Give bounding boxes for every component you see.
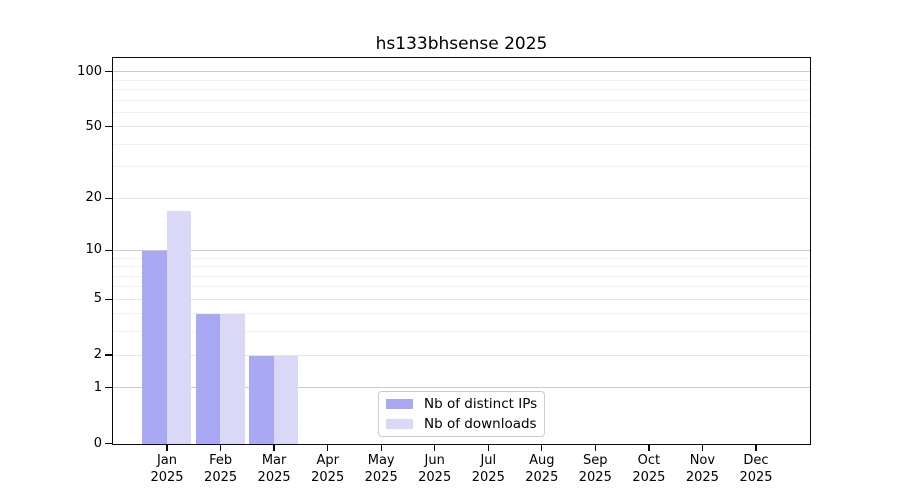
bar-distinct-ips-feb bbox=[195, 314, 221, 444]
x-tick-month: Dec bbox=[743, 453, 769, 468]
y-tick-mark-0 bbox=[105, 442, 112, 445]
legend-label-downloads: Nb of downloads bbox=[424, 416, 537, 432]
chart-title: hs133bhsense 2025 bbox=[375, 34, 548, 54]
x-tick-mark-may bbox=[380, 445, 382, 451]
legend-entry-distinct-ips: Nb of distinct IPs bbox=[386, 396, 544, 413]
bar-distinct-ips-jan bbox=[142, 250, 167, 444]
x-tick-mark-jun bbox=[434, 445, 436, 451]
y-tick-label-10: 10 bbox=[85, 242, 102, 258]
x-tick-mark-jan bbox=[166, 445, 168, 451]
gridline-minor-40 bbox=[113, 143, 810, 145]
gridline-20 bbox=[113, 197, 810, 199]
bar-downloads-jan bbox=[166, 211, 191, 444]
legend-swatch-distinct-ips bbox=[386, 399, 413, 409]
gridline-minor-8 bbox=[113, 266, 810, 267]
y-tick-label-50: 50 bbox=[85, 118, 102, 134]
x-tick-mark-apr bbox=[327, 445, 329, 451]
y-tick-label-100: 100 bbox=[77, 63, 102, 79]
gridline-100 bbox=[113, 71, 810, 73]
x-tick-mark-sep bbox=[594, 445, 596, 451]
legend-label-distinct-ips: Nb of distinct IPs bbox=[424, 396, 538, 412]
y-tick-mark-10 bbox=[105, 249, 112, 251]
bar-downloads-mar bbox=[273, 355, 299, 444]
y-tick-mark-2 bbox=[105, 354, 112, 356]
x-tick-mark-jul bbox=[487, 445, 489, 451]
gridline-minor-6 bbox=[113, 286, 810, 288]
y-tick-label-1: 1 bbox=[93, 379, 102, 395]
y-tick-mark-20 bbox=[105, 197, 112, 199]
legend: Nb of distinct IPs Nb of downloads bbox=[378, 391, 545, 437]
y-tick-mark-100 bbox=[105, 71, 112, 73]
gridline-minor-70 bbox=[113, 99, 810, 101]
y-tick-mark-5 bbox=[105, 298, 112, 300]
gridline-minor-30 bbox=[113, 166, 810, 168]
legend-swatch-downloads bbox=[386, 419, 413, 429]
chart-figure: hs133bhsense 2025 Nb of distinct IPs Nb … bbox=[0, 0, 900, 500]
x-tick-mark-aug bbox=[541, 445, 543, 451]
gridline-10 bbox=[113, 249, 810, 251]
gridline-minor-60 bbox=[113, 111, 810, 113]
x-tick-mark-feb bbox=[219, 445, 222, 451]
x-tick-mark-mar bbox=[273, 445, 275, 451]
plot-area bbox=[112, 57, 811, 445]
y-tick-mark-1 bbox=[105, 387, 112, 389]
y-tick-label-0: 0 bbox=[93, 435, 102, 451]
x-tick-year: 2025 bbox=[739, 469, 773, 485]
bar-distinct-ips-mar bbox=[249, 355, 274, 444]
legend-entry-downloads: Nb of downloads bbox=[386, 416, 544, 433]
y-tick-label-20: 20 bbox=[85, 190, 102, 206]
gridline-minor-9 bbox=[113, 257, 810, 259]
y-tick-label-2: 2 bbox=[93, 347, 102, 362]
x-tick-mark-oct bbox=[648, 445, 650, 451]
x-tick-mark-dec bbox=[755, 445, 757, 451]
gridline-50 bbox=[113, 126, 810, 128]
gridline-minor-90 bbox=[113, 79, 810, 81]
x-tick-mark-nov bbox=[701, 445, 704, 451]
gridline-minor-7 bbox=[113, 275, 810, 277]
gridline-minor-80 bbox=[113, 89, 810, 90]
bar-downloads-feb bbox=[220, 314, 245, 444]
y-tick-label-5: 5 bbox=[93, 291, 102, 307]
y-tick-mark-50 bbox=[105, 126, 112, 128]
x-tick-label-dec: Dec 2025 bbox=[721, 453, 791, 486]
gridline-5 bbox=[113, 298, 810, 300]
